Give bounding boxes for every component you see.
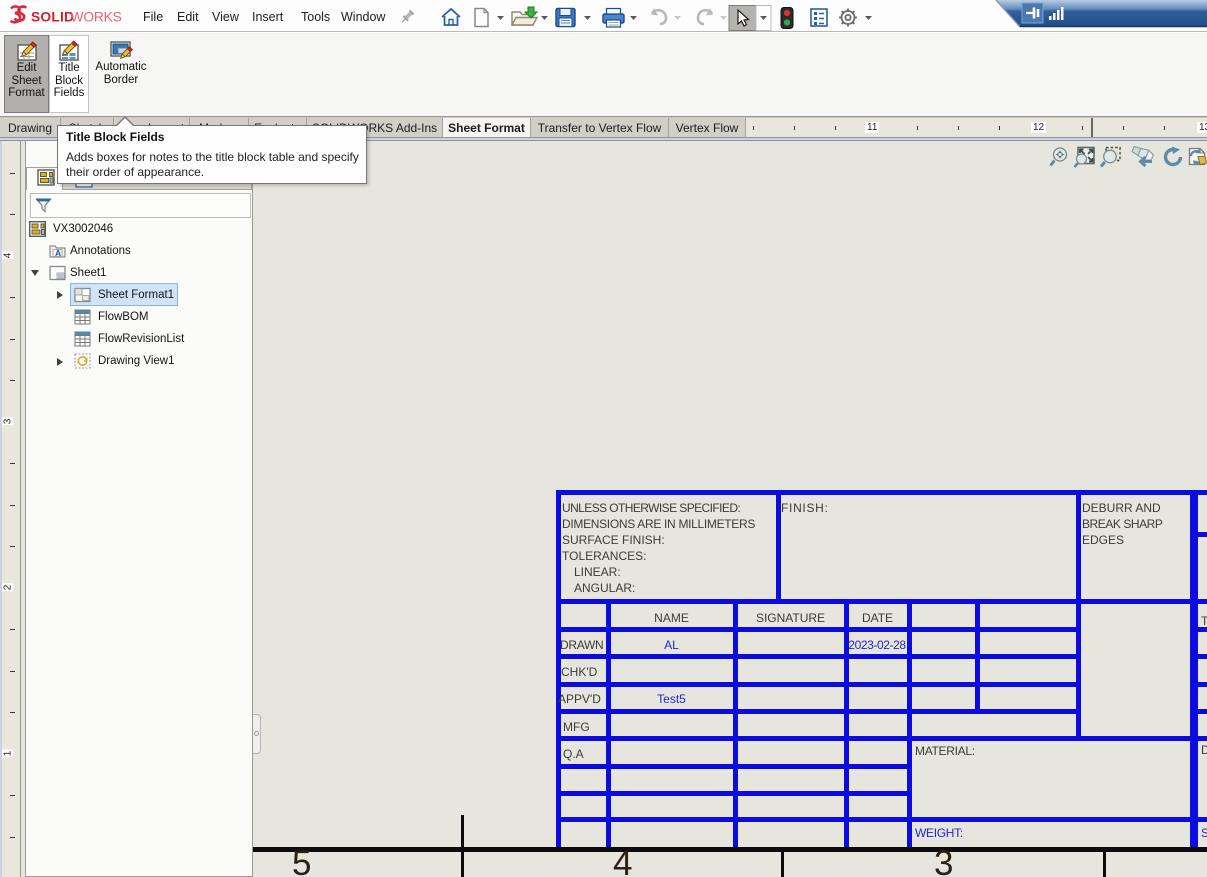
svg-text:WORKS: WORKS [71,10,122,25]
svg-text:A: A [55,248,61,258]
svg-text:SOLID: SOLID [31,10,74,25]
